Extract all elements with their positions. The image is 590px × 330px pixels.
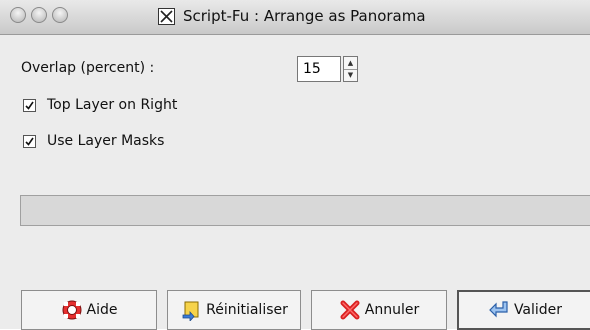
spin-down-icon[interactable]: ▼ (344, 69, 357, 81)
ok-button[interactable]: Valider (457, 290, 590, 330)
x11-icon (158, 8, 175, 25)
overlap-spinner[interactable]: 15 ▲ ▼ (297, 56, 359, 82)
reset-button[interactable]: Réinitialiser (167, 290, 301, 330)
cancel-label: Annuler (364, 302, 420, 318)
help-button[interactable]: Aide (21, 290, 157, 330)
layer-masks-checkbox[interactable] (23, 135, 36, 148)
close-traffic-icon[interactable] (10, 7, 26, 23)
top-layer-checkbox[interactable] (23, 99, 36, 112)
window-title: Script-Fu : Arrange as Panorama (183, 7, 426, 25)
progress-bar (20, 195, 590, 226)
reset-label: Réinitialiser (206, 302, 288, 318)
title-bar: Script-Fu : Arrange as Panorama (0, 0, 590, 35)
overlap-label: Overlap (percent) : (21, 60, 155, 76)
checkmark-icon (25, 101, 34, 110)
lifebuoy-icon (62, 300, 82, 320)
spin-buttons: ▲ ▼ (343, 56, 358, 82)
top-layer-label: Top Layer on Right (47, 97, 178, 113)
layer-masks-label: Use Layer Masks (47, 133, 165, 149)
dialog-content: Overlap (percent) : 15 ▲ ▼ Top Layer on … (0, 35, 590, 330)
ok-label: Valider (513, 302, 563, 318)
cancel-button[interactable]: Annuler (311, 290, 447, 330)
minimize-traffic-icon[interactable] (31, 7, 47, 23)
checkmark-icon (25, 137, 34, 146)
overlap-input[interactable]: 15 (297, 56, 341, 82)
ok-arrow-icon (489, 301, 508, 318)
cancel-x-icon (340, 300, 360, 320)
help-label: Aide (86, 302, 118, 318)
reset-icon (182, 301, 199, 321)
zoom-traffic-icon[interactable] (52, 7, 68, 23)
